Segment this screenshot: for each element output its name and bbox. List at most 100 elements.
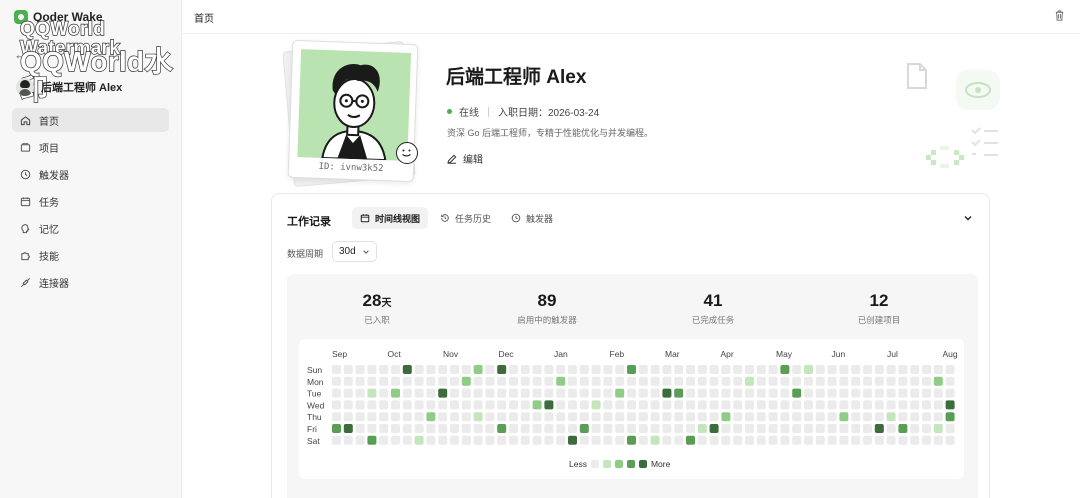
heatmap-cell[interactable] [391,365,400,374]
heatmap-cell[interactable] [733,376,743,386]
heatmap-cell[interactable] [721,400,731,410]
heatmap-cell[interactable] [391,388,400,398]
heatmap-cell[interactable] [721,435,731,445]
heatmap-cell[interactable] [945,400,955,410]
heatmap-cell[interactable] [662,412,672,422]
heatmap-cell[interactable] [638,376,648,386]
heatmap-cell[interactable] [922,388,931,398]
heatmap-cell[interactable] [355,365,365,374]
heatmap-cell[interactable] [792,388,802,398]
heatmap-cell[interactable] [485,365,495,374]
heatmap-cell[interactable] [733,365,743,374]
heatmap-cell[interactable] [603,400,613,410]
heatmap-cell[interactable] [898,424,908,433]
heatmap-cell[interactable] [497,400,507,410]
heatmap-cell[interactable] [662,400,672,410]
heatmap-cell[interactable] [520,400,530,410]
heatmap-cell[interactable] [379,400,389,410]
heatmap-cell[interactable] [863,388,872,398]
heatmap-cell[interactable] [804,424,813,433]
heatmap-cell[interactable] [804,435,813,445]
heatmap-cell[interactable] [532,412,542,422]
heatmap-cell[interactable] [627,424,636,433]
heatmap-cell[interactable] [674,376,684,386]
sidebar-item-projects[interactable]: 项目 [12,135,169,159]
heatmap-cell[interactable] [815,365,825,374]
heatmap-cell[interactable] [874,424,884,433]
heatmap-cell[interactable] [768,412,778,422]
heatmap-cell[interactable] [485,435,495,445]
heatmap-cell[interactable] [863,435,872,445]
heatmap-cell[interactable] [556,435,566,445]
heatmap-cell[interactable] [780,424,790,433]
heatmap-cell[interactable] [343,365,353,374]
heatmap-cell[interactable] [627,365,636,374]
heatmap-cell[interactable] [520,435,530,445]
heatmap-cell[interactable] [603,424,613,433]
heatmap-cell[interactable] [473,400,483,410]
heatmap-cell[interactable] [910,400,920,410]
heatmap-cell[interactable] [650,435,660,445]
heatmap-cell[interactable] [863,400,872,410]
heatmap-cell[interactable] [933,412,943,422]
heatmap-cell[interactable] [792,376,802,386]
heatmap-cell[interactable] [426,365,436,374]
heatmap-cell[interactable] [450,435,459,445]
heatmap-cell[interactable] [839,412,849,422]
heatmap-cell[interactable] [355,388,365,398]
heatmap-cell[interactable] [745,424,754,433]
heatmap-cell[interactable] [402,435,412,445]
heatmap-cell[interactable] [851,365,861,374]
heatmap-cell[interactable] [461,400,471,410]
heatmap-cell[interactable] [709,365,719,374]
heatmap-cell[interactable] [603,435,613,445]
heatmap-cell[interactable] [650,365,660,374]
heatmap-cell[interactable] [898,400,908,410]
heatmap-cell[interactable] [650,376,660,386]
heatmap-cell[interactable] [745,388,754,398]
heatmap-cell[interactable] [414,400,424,410]
heatmap-cell[interactable] [461,376,471,386]
heatmap-cell[interactable] [851,388,861,398]
heatmap-cell[interactable] [450,376,459,386]
heatmap-cell[interactable] [933,435,943,445]
tab-triggers[interactable]: 触发器 [503,207,561,229]
heatmap-cell[interactable] [556,365,566,374]
heatmap-cell[interactable] [827,424,837,433]
heatmap-cell[interactable] [367,435,377,445]
heatmap-cell[interactable] [686,376,695,386]
heatmap-cell[interactable] [485,400,495,410]
heatmap-cell[interactable] [662,376,672,386]
heatmap-cell[interactable] [591,400,601,410]
heatmap-cell[interactable] [768,388,778,398]
heatmap-cell[interactable] [874,435,884,445]
heatmap-cell[interactable] [686,424,695,433]
heatmap-cell[interactable] [615,435,625,445]
heatmap-cell[interactable] [827,376,837,386]
heatmap-cell[interactable] [933,376,943,386]
heatmap-cell[interactable] [662,435,672,445]
heatmap-cell[interactable] [792,412,802,422]
heatmap-cell[interactable] [414,388,424,398]
heatmap-cell[interactable] [450,400,459,410]
heatmap-cell[interactable] [827,365,837,374]
heatmap-cell[interactable] [922,365,931,374]
heatmap-cell[interactable] [674,424,684,433]
heatmap-cell[interactable] [697,388,707,398]
heatmap-cell[interactable] [461,388,471,398]
heatmap-cell[interactable] [780,388,790,398]
heatmap-cell[interactable] [461,412,471,422]
heatmap-cell[interactable] [697,400,707,410]
heatmap-cell[interactable] [945,376,955,386]
heatmap-cell[interactable] [544,412,554,422]
heatmap-cell[interactable] [686,435,695,445]
heatmap-cell[interactable] [402,365,412,374]
heatmap-cell[interactable] [379,365,389,374]
heatmap-cell[interactable] [402,388,412,398]
heatmap-cell[interactable] [827,435,837,445]
heatmap-cell[interactable] [544,365,554,374]
heatmap-cell[interactable] [768,400,778,410]
heatmap-cell[interactable] [945,435,955,445]
heatmap-cell[interactable] [332,376,341,386]
heatmap-cell[interactable] [863,376,872,386]
